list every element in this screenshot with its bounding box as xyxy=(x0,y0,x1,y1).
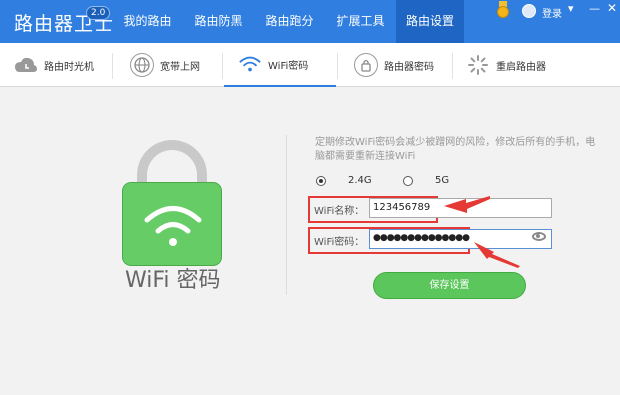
annotation-arrows xyxy=(444,196,520,268)
annotation-arrow-password xyxy=(474,242,520,268)
annotation-arrow-ssid xyxy=(444,196,490,213)
save-button[interactable]: 保存设置 xyxy=(373,272,526,299)
